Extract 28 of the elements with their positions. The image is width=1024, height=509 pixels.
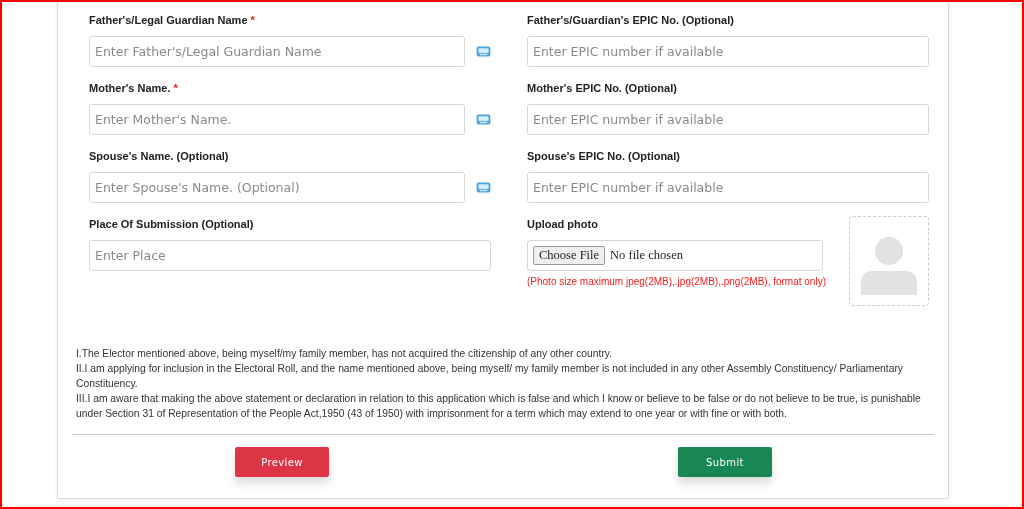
field-label: Place Of Submission (Optional) — [89, 217, 255, 232]
input-field[interactable]: Enter Place — [89, 240, 491, 271]
input-field[interactable]: Enter EPIC number if available — [527, 172, 929, 203]
field-label: Father's/Guardian's EPIC No. (Optional) — [527, 13, 735, 28]
field-label: Mother's Name. * — [89, 81, 179, 96]
photo-size-hint: (Photo size maximum jpeg(2MB),.jpg(2MB),.png(2MB), format only) — [527, 276, 826, 287]
input-field[interactable]: Enter EPIC number if available — [527, 36, 929, 67]
person-silhouette-icon — [859, 235, 919, 295]
field-label: Mother's EPIC No. (Optional) — [527, 81, 678, 96]
keyboard-icon[interactable] — [476, 182, 491, 193]
keyboard-icon[interactable] — [476, 46, 491, 57]
preview-button[interactable]: Preview — [235, 447, 329, 477]
keyboard-icon[interactable] — [476, 114, 491, 125]
field-label: Father's/Legal Guardian Name * — [89, 13, 256, 28]
file-input[interactable]: Choose File No file chosen — [527, 240, 823, 271]
declaration-text: I.The Elector mentioned above, being myself/my family member, has not acquired the citizenship of any other country. — [76, 347, 614, 361]
input-field[interactable]: Enter EPIC number if available — [527, 104, 929, 135]
choose-file-button[interactable]: Choose File — [533, 246, 606, 265]
field-label: Upload photo — [527, 217, 599, 232]
input-field[interactable]: Enter Mother's Name. — [89, 104, 465, 135]
file-status: No file chosen — [610, 248, 683, 263]
submit-button[interactable]: Submit — [678, 447, 772, 477]
input-field[interactable]: Enter Father's/Legal Guardian Name — [89, 36, 465, 67]
field-label: Spouse's Name. (Optional) — [89, 149, 230, 164]
input-field[interactable]: Enter Spouse's Name. (Optional) — [89, 172, 465, 203]
declaration-text: II.I am applying for inclusion in the Electoral Roll, and the name mentioned above, being myself/ my family member is not included in any other Assembly Constituency/ Parliamentary Constituency. — [76, 362, 904, 391]
field-label: Spouse's EPIC No. (Optional) — [527, 149, 681, 164]
declaration-text: III.I am aware that making the above statement or declaration in relation to this application which is false and which I know or believe to be false or do not believe to be true, is punishable under Section 31 of Representation of the People Act,1950 (43 of 1950) with imprisonment for a term which may extend to one year or with fine or with both. — [76, 392, 922, 421]
